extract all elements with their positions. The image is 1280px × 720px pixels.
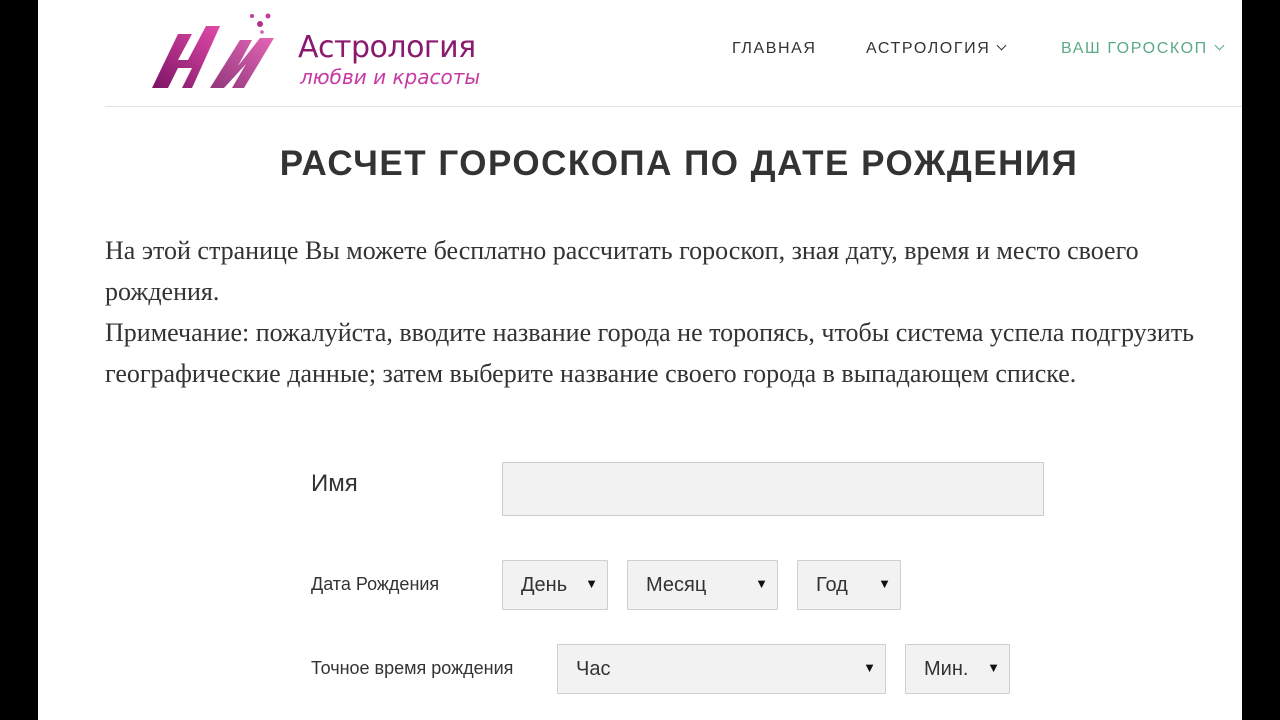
birthtime-label: Точное время рождения: [311, 658, 514, 678]
name-label: Имя: [311, 470, 358, 497]
logo-subtitle: любви и красоты: [300, 65, 481, 89]
intro-text: На этой странице Вы можете бесплатно рас…: [105, 230, 1215, 394]
page-title: РАСЧЕТ ГОРОСКОПА ПО ДАТЕ РОЖДЕНИЯ: [279, 144, 1079, 183]
hour-select-value: Час: [576, 658, 611, 680]
dropdown-arrow-icon: ▼: [987, 660, 1000, 675]
chevron-down-icon: [996, 40, 1007, 51]
hour-select[interactable]: Час ▼: [557, 644, 886, 694]
day-select-value: День: [521, 574, 568, 596]
nav-item-home[interactable]: ГЛАВНАЯ: [732, 38, 817, 60]
nav-item-horoscope-label: ВАШ ГОРОСКОП: [1061, 40, 1208, 57]
month-select-value: Месяц: [646, 574, 707, 596]
main-nav: ГЛАВНАЯ АСТРОЛОГИЯ ВАШ ГОРОСКОП: [38, 38, 1242, 62]
nav-item-horoscope[interactable]: ВАШ ГОРОСКОП: [1061, 38, 1225, 60]
nav-item-astrology[interactable]: АСТРОЛОГИЯ: [866, 38, 1007, 60]
minute-select[interactable]: Мин. ▼: [905, 644, 1010, 694]
header-divider: [105, 106, 1242, 107]
dropdown-arrow-icon: ▼: [863, 660, 876, 675]
name-input[interactable]: [502, 462, 1044, 516]
birthdate-label: Дата Рождения: [311, 574, 440, 594]
day-select[interactable]: День ▼: [502, 560, 608, 610]
page: Астрология любви и красоты ГЛАВНАЯ АСТРО…: [38, 0, 1242, 720]
dropdown-arrow-icon: ▼: [585, 576, 598, 591]
minute-select-value: Мин.: [924, 658, 969, 680]
year-select-value: Год: [816, 574, 848, 596]
month-select[interactable]: Месяц ▼: [627, 560, 778, 610]
dropdown-arrow-icon: ▼: [878, 576, 891, 591]
dropdown-arrow-icon: ▼: [755, 576, 768, 591]
intro-paragraph: На этой странице Вы можете бесплатно рас…: [105, 236, 1139, 306]
intro-note: Примечание: пожалуйста, вводите название…: [105, 318, 1195, 388]
chevron-down-icon: [1214, 40, 1225, 51]
year-select[interactable]: Год ▼: [797, 560, 901, 610]
nav-item-astrology-label: АСТРОЛОГИЯ: [866, 40, 991, 57]
